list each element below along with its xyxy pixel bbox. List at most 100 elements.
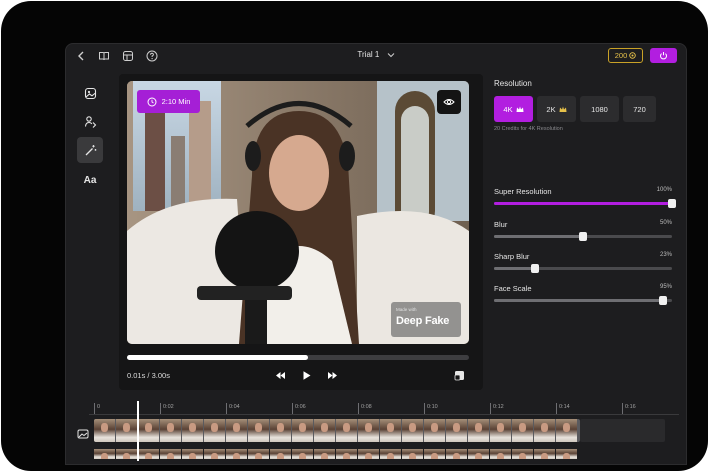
timeline-tick-label: 0:14: [559, 404, 570, 410]
super-resolution-slider[interactable]: Super Resolution 100%: [494, 187, 676, 208]
clip-thumbnail: [358, 449, 379, 459]
clip-thumbnail: [402, 449, 423, 459]
slider-track[interactable]: [494, 199, 676, 208]
slider-fill: [494, 267, 535, 270]
clock-icon: [147, 97, 157, 106]
device-frame: Trial 1 200 Aa 2:10 Min Made with Deep F…: [1, 1, 708, 471]
timeline[interactable]: 0 0:02 0:04 0:06 0:08 0:10 0:12 0:14 0:16: [89, 401, 679, 463]
timeline-tick-label: 0:06: [295, 404, 306, 410]
clip-thumbnail: [138, 449, 159, 459]
timeline-tick: 0:08: [358, 403, 372, 414]
timeline-tick-label: 0: [97, 404, 101, 410]
resolution-720-button[interactable]: 720: [623, 96, 656, 122]
clip-thumbnail: [94, 449, 115, 459]
clip-thumbnail: [182, 419, 203, 442]
clip-thumbnail: [314, 449, 335, 459]
resolution-2k-button[interactable]: 2K: [537, 96, 576, 122]
slider-value: 95%: [659, 284, 672, 290]
face-swap-icon: [84, 115, 96, 128]
resolution-label: 1080: [591, 104, 608, 114]
slider-thumb[interactable]: [668, 199, 676, 208]
magic-wand-tool-button[interactable]: [77, 137, 103, 163]
clip-thumbnail: [226, 449, 247, 459]
timecode: 0.01s / 3.00s: [127, 371, 170, 380]
eye-icon: [443, 99, 455, 105]
power-icon: [660, 52, 667, 60]
clip-thumbnail: [270, 419, 291, 442]
clip-thumbnail: [534, 449, 555, 459]
playback-progress-bar[interactable]: [127, 355, 469, 360]
slider-fill: [494, 235, 583, 238]
preview-toggle-button[interactable]: [437, 90, 461, 114]
video-preview[interactable]: 2:10 Min Made with Deep Fake: [127, 81, 469, 344]
slider-thumb[interactable]: [579, 232, 587, 241]
timeline-ruler[interactable]: 0 0:02 0:04 0:06 0:08 0:10 0:12 0:14 0:16: [89, 403, 679, 415]
rewind-button[interactable]: [273, 368, 287, 382]
slider-label: Blur: [494, 220, 508, 229]
playback-progress-fill: [127, 355, 309, 360]
coin-icon: [629, 52, 636, 59]
slider-track[interactable]: [494, 296, 672, 305]
slider-track[interactable]: [494, 232, 672, 241]
resolution-4k-button[interactable]: 4K: [494, 96, 533, 122]
chevron-down-icon: [387, 53, 394, 58]
resolution-1080-button[interactable]: 1080: [580, 96, 619, 122]
resolution-label: 2K: [546, 104, 556, 114]
slider-label: Super Resolution: [494, 187, 552, 196]
fast-forward-icon: [327, 371, 337, 379]
clip-thumbnail: [446, 449, 467, 459]
sharp-blur-slider[interactable]: Sharp Blur 23%: [494, 252, 672, 273]
video-track-empty[interactable]: [580, 419, 665, 442]
face-scale-slider[interactable]: Face Scale 95%: [494, 284, 672, 305]
top-bar: Trial 1 200: [66, 44, 686, 68]
clip-thumbnail: [534, 419, 555, 442]
clip-thumbnail: [336, 449, 357, 459]
watermark-brand-text: Deep Fake: [396, 315, 450, 327]
watermark-small-text: Made with: [396, 307, 417, 312]
slider-value: 100%: [656, 187, 672, 193]
clip-thumbnail: [336, 419, 357, 442]
play-icon: [303, 370, 310, 380]
project-title[interactable]: Trial 1: [66, 50, 686, 59]
timeline-tick: 0:16: [622, 403, 636, 414]
clip-thumbnail: [204, 449, 225, 459]
fast-forward-button[interactable]: [325, 368, 339, 382]
video-track-clip[interactable]: [94, 419, 580, 442]
timeline-tick: 0:02: [160, 403, 174, 414]
playhead[interactable]: [137, 401, 139, 461]
clip-thumbnail: [380, 419, 401, 442]
app-window: Trial 1 200 Aa 2:10 Min Made with Deep F…: [65, 43, 687, 465]
timeline-tick: 0:14: [556, 403, 570, 414]
slider-track[interactable]: [494, 264, 672, 273]
text-tool-button[interactable]: Aa: [77, 167, 103, 193]
timeline-tick-label: 0:08: [361, 404, 372, 410]
timeline-tick: 0:12: [490, 403, 504, 414]
clip-thumbnail: [204, 419, 225, 442]
fullscreen-button[interactable]: [452, 368, 466, 382]
clip-thumbnail: [490, 419, 511, 442]
fullscreen-icon: [454, 370, 464, 380]
face-swap-tool-button[interactable]: [77, 108, 103, 134]
clip-thumbnail: [94, 419, 115, 442]
slider-thumb[interactable]: [530, 264, 539, 273]
resolution-label: 4K: [503, 104, 513, 114]
settings-panel: Resolution 4K 2K 1080 720 20 Credits for…: [494, 79, 676, 305]
clip-thumbnail: [226, 419, 247, 442]
crown-icon: [516, 106, 524, 112]
export-button[interactable]: [650, 48, 677, 63]
second-track-clip[interactable]: [94, 449, 580, 459]
credits-count: 200: [614, 51, 628, 60]
play-button[interactable]: [299, 368, 313, 382]
clip-thumbnail: [556, 419, 577, 442]
clip-thumbnail: [248, 449, 269, 459]
image-tool-button[interactable]: [77, 80, 103, 106]
slider-label: Face Scale: [494, 284, 532, 293]
slider-thumb[interactable]: [659, 296, 668, 305]
blur-slider[interactable]: Blur 50%: [494, 220, 672, 241]
duration-badge[interactable]: 2:10 Min: [137, 90, 200, 113]
clip-thumbnail: [160, 419, 181, 442]
clip-thumbnail: [424, 449, 445, 459]
clip-thumbnail: [468, 449, 489, 459]
credits-badge[interactable]: 200: [608, 48, 643, 63]
slider-value: 50%: [659, 220, 672, 226]
